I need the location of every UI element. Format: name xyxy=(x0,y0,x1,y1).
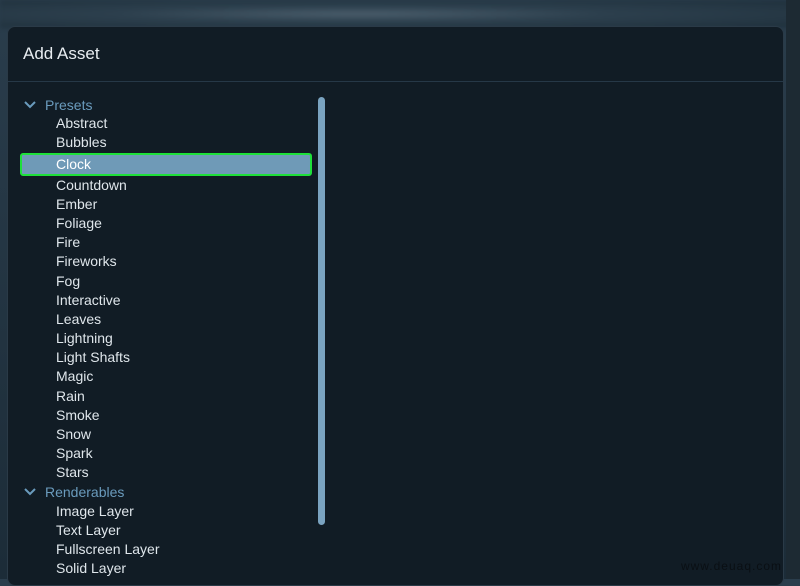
dialog-header: Add Asset xyxy=(8,27,783,82)
tree-item-fire[interactable]: Fire xyxy=(20,233,312,252)
watermark: www.deuaq.com xyxy=(680,559,782,573)
tree-item-lightning[interactable]: Lightning xyxy=(20,329,312,348)
tree-item-text-layer[interactable]: Text Layer xyxy=(20,521,312,540)
add-asset-dialog: Add Asset Presets Abstract Bubbles Clock Cou… xyxy=(7,26,784,586)
tree-item-smoke[interactable]: Smoke xyxy=(20,406,312,425)
tree-item-bubbles[interactable]: Bubbles xyxy=(20,133,312,152)
tree-item-spark[interactable]: Spark xyxy=(20,444,312,463)
tree-item-interactive[interactable]: Interactive xyxy=(20,291,312,310)
background-edge xyxy=(786,0,800,579)
tree-item-snow[interactable]: Snow xyxy=(20,425,312,444)
tree-item-magic[interactable]: Magic xyxy=(20,367,312,386)
chevron-down-icon[interactable] xyxy=(23,98,37,112)
tree-group-presets[interactable]: Presets xyxy=(20,95,312,114)
tree-item-foliage[interactable]: Foliage xyxy=(20,214,312,233)
tree-item-solid-layer[interactable]: Solid Layer xyxy=(20,559,312,578)
tree-item-leaves[interactable]: Leaves xyxy=(20,310,312,329)
tree-scrollbar[interactable] xyxy=(318,97,325,525)
background-window-titlebar xyxy=(0,0,800,28)
tree-group-renderables[interactable]: Renderables xyxy=(20,483,312,502)
tree-item-countdown[interactable]: Countdown xyxy=(20,176,312,195)
tree-item-stars[interactable]: Stars xyxy=(20,463,312,482)
tree-group-label: Renderables xyxy=(45,484,125,501)
tree-item-fullscreen-layer[interactable]: Fullscreen Layer xyxy=(20,540,312,559)
chevron-down-icon[interactable] xyxy=(23,485,37,499)
tree-group-label: Presets xyxy=(45,96,93,113)
tree-item-light-shafts[interactable]: Light Shafts xyxy=(20,348,312,367)
tree-item-clock[interactable]: Clock xyxy=(20,152,312,176)
tree-item-fog[interactable]: Fog xyxy=(20,272,312,291)
tree-item-image-layer[interactable]: Image Layer xyxy=(20,502,312,521)
asset-tree: Presets Abstract Bubbles Clock Countdown Embe… xyxy=(20,95,312,579)
tree-item-fireworks[interactable]: Fireworks xyxy=(20,252,312,271)
tree-item-abstract[interactable]: Abstract xyxy=(20,114,312,133)
dialog-title: Add Asset xyxy=(23,44,100,63)
tree-item-ember[interactable]: Ember xyxy=(20,195,312,214)
tree-item-rain[interactable]: Rain xyxy=(20,387,312,406)
